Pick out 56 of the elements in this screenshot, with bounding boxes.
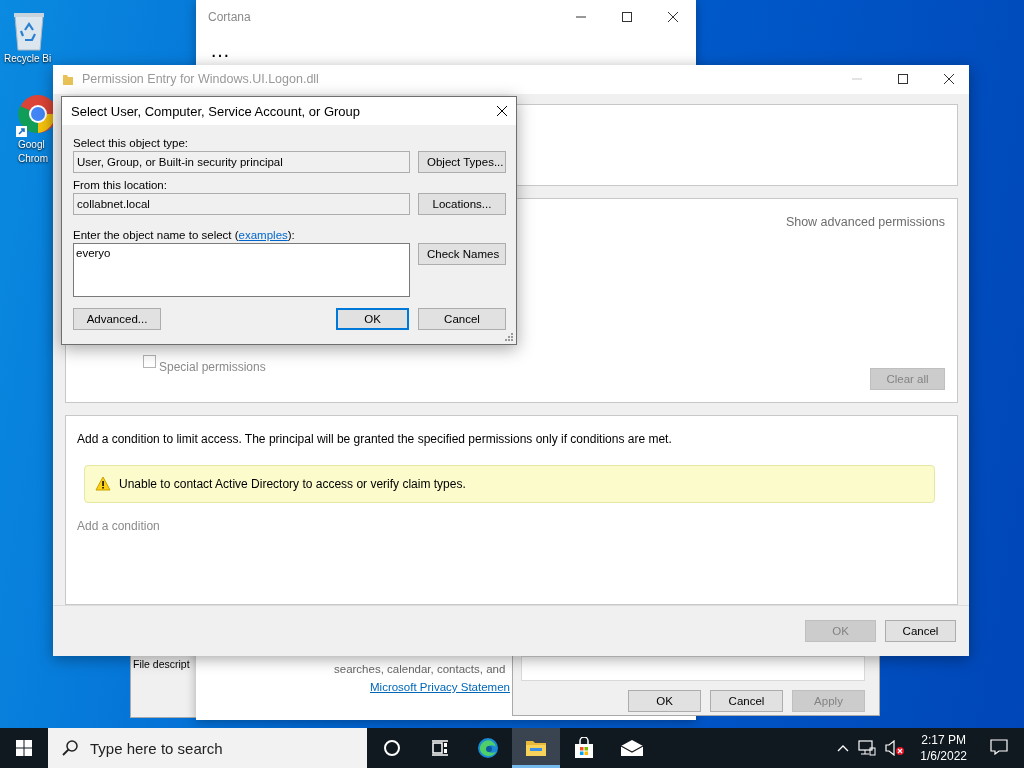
field-label: Select this object type: bbox=[73, 137, 190, 149]
window-title: Cortana bbox=[208, 10, 252, 24]
speaker-muted-icon bbox=[885, 740, 906, 756]
more-options[interactable]: … bbox=[210, 40, 696, 60]
field-label: From this location: bbox=[73, 179, 168, 191]
task-view-icon bbox=[431, 739, 449, 757]
field-label: File descript bbox=[133, 658, 190, 670]
cancel-button[interactable]: Cancel bbox=[710, 690, 783, 712]
desktop-shortcut[interactable]: Recycle Bi bbox=[0, 8, 53, 66]
search-field[interactable]: Type here to search bbox=[48, 728, 367, 768]
close-icon bbox=[943, 73, 955, 86]
folder-icon bbox=[62, 72, 74, 87]
privacy-link[interactable]: Microsoft Privacy Statemen bbox=[370, 681, 510, 693]
resize-grip-icon bbox=[504, 332, 514, 342]
dialog-title: Select User, Computer, Service Account, or Group bbox=[71, 103, 361, 119]
close-icon bbox=[496, 105, 508, 117]
icon-label: Recycle Bi bbox=[4, 52, 52, 66]
ok-button[interactable]: OK bbox=[628, 690, 701, 712]
chevron-up-icon bbox=[837, 744, 850, 752]
circle-icon bbox=[383, 739, 401, 757]
close-icon bbox=[667, 11, 679, 23]
location-field: collabnet.local bbox=[73, 193, 410, 215]
condition-text: Add a condition to limit access. The principal will be granted the specified permissions only if conditions are met. bbox=[77, 431, 673, 446]
object-name-field[interactable]: everyo bbox=[73, 243, 410, 297]
notification-icon bbox=[990, 738, 1008, 755]
advanced-button[interactable]: Advanced... bbox=[73, 308, 161, 330]
browser-icon bbox=[477, 737, 499, 759]
warning-icon bbox=[95, 476, 111, 492]
maximize-icon bbox=[621, 11, 633, 23]
warning-text: Unable to contact Active Directory to access or verify claim types. bbox=[119, 476, 466, 491]
cancel-button[interactable]: Cancel bbox=[885, 619, 956, 642]
locations-button[interactable]: Locations... bbox=[418, 193, 506, 215]
maximize-icon bbox=[897, 73, 909, 86]
icon-label: Googl bbox=[18, 138, 45, 152]
object-types-button[interactable]: Object Types... bbox=[418, 151, 506, 173]
checkbox-label: Special permissions bbox=[159, 359, 266, 374]
add-condition-link[interactable]: Add a condition bbox=[77, 518, 935, 533]
clock-date[interactable]: 1/6/2022 bbox=[920, 748, 967, 764]
shopping-bag-icon bbox=[574, 737, 594, 759]
field-label: Enter the object name to select (examples): bbox=[73, 229, 296, 241]
windows-logo-icon bbox=[16, 740, 32, 756]
object-type-field: User, Group, or Built-in security principal bbox=[73, 151, 410, 173]
check-names-button[interactable]: Check Names bbox=[418, 243, 506, 265]
icon-label: Chrom bbox=[18, 152, 48, 166]
taskbar-button[interactable] bbox=[512, 728, 560, 768]
cancel-button[interactable]: Cancel bbox=[418, 308, 506, 330]
envelope-icon bbox=[620, 739, 644, 757]
examples-link[interactable]: examples bbox=[238, 229, 288, 241]
network-icon bbox=[858, 740, 877, 756]
show-advanced-link[interactable]: Show advanced permissions bbox=[785, 214, 945, 229]
search-icon bbox=[62, 740, 78, 756]
folder-icon bbox=[525, 738, 547, 758]
window-title: Permission Entry for Windows.UI.Logon.dll bbox=[82, 72, 320, 87]
body-text: searches, calendar, contacts, and bbox=[334, 663, 506, 675]
ok-button[interactable]: OK bbox=[336, 308, 409, 330]
clock-time[interactable]: 2:17 PM bbox=[921, 732, 966, 748]
